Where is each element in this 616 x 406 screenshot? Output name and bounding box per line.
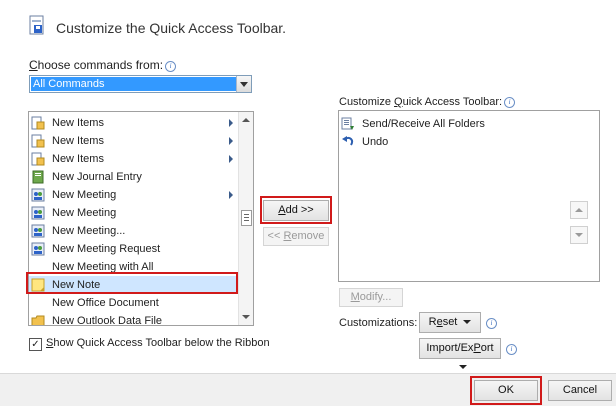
list-item[interactable]: New Meeting...: [29, 222, 237, 240]
list-item[interactable]: Send/Receive All Folders: [339, 115, 595, 133]
move-up-button[interactable]: [570, 201, 588, 219]
choose-commands-dropdown[interactable]: All Commands: [29, 75, 252, 93]
data-file-icon: [31, 315, 45, 325]
dropdown-arrow-icon[interactable]: [236, 76, 251, 92]
list-item-label: New Journal Entry: [52, 171, 142, 183]
list-item-label: New Items: [52, 117, 104, 129]
list-item-label: New Items: [52, 153, 104, 165]
chevron-right-icon: [229, 119, 233, 127]
chevron-down-icon: [463, 320, 472, 324]
highlight-add-button: [260, 196, 332, 224]
info-icon: i: [506, 344, 517, 355]
info-icon: i: [165, 61, 177, 72]
list-item[interactable]: New Meeting Request: [29, 240, 237, 258]
list-item-label: New Meeting Request: [52, 243, 161, 255]
arrow-up-icon: [575, 208, 583, 212]
list-item[interactable]: New Items: [29, 132, 237, 150]
new-items-icon: [31, 116, 45, 130]
list-item-label: New Meeting: [52, 207, 117, 219]
quick-access-toolbar-icon: [29, 15, 44, 35]
info-icon: i: [504, 97, 516, 108]
page-title: Customize the Quick Access Toolbar.: [56, 20, 287, 36]
meeting-icon: [31, 206, 45, 220]
new-items-icon: [31, 152, 45, 166]
chevron-right-icon: [229, 155, 233, 163]
highlight-new-note: [26, 272, 238, 294]
highlight-ok-button: [470, 376, 542, 405]
arrow-down-icon: [575, 233, 583, 237]
list-item-label: New Outlook Data File: [52, 315, 163, 326]
customizations-label: Customizations:: [339, 317, 418, 329]
list-item-label: New Items: [52, 135, 104, 147]
choose-commands-value: All Commands: [31, 77, 237, 91]
list-item[interactable]: New Meeting: [29, 204, 237, 222]
chevron-right-icon: [229, 191, 233, 199]
meeting-icon: [31, 188, 45, 202]
chevron-down-icon: [459, 365, 467, 369]
meeting-icon: [31, 224, 45, 238]
dialog-body: Customize the Quick Access Toolbar. Choo…: [0, 0, 616, 373]
move-down-button[interactable]: [570, 226, 588, 244]
list-item[interactable]: New Journal Entry: [29, 168, 237, 186]
journal-icon: [32, 170, 44, 184]
list-item[interactable]: Undo: [339, 133, 595, 151]
info-icon: i: [486, 318, 497, 329]
customize-toolbar-label: Customize Quick Access Toolbar: i: [339, 96, 516, 108]
chevron-right-icon: [229, 137, 233, 145]
scroll-down-icon[interactable]: [242, 315, 250, 319]
cancel-button[interactable]: Cancel: [548, 380, 612, 401]
choose-commands-label: Choose commands from: i: [29, 58, 177, 72]
list-item-label: New Meeting: [52, 189, 117, 201]
new-items-icon: [31, 134, 45, 148]
meeting-icon: [31, 242, 45, 256]
send-receive-icon: [341, 117, 354, 130]
scroll-thumb[interactable]: [241, 210, 252, 226]
show-below-ribbon-label: Show Quick Access Toolbar below the Ribb…: [46, 337, 270, 349]
undo-icon: [342, 136, 354, 146]
commands-list-scrollbar[interactable]: [238, 112, 253, 325]
scroll-up-icon[interactable]: [242, 118, 250, 122]
dialog-footer: OK Cancel: [0, 373, 616, 406]
list-item[interactable]: New Outlook Data File: [29, 312, 237, 326]
list-item[interactable]: New Office Document: [29, 294, 237, 312]
reset-button[interactable]: Reset: [419, 312, 481, 333]
modify-button[interactable]: Modify...: [339, 288, 403, 307]
show-below-ribbon-checkbox[interactable]: ✓: [29, 338, 42, 351]
toolbar-commands-list[interactable]: Send/Receive All Folders Undo: [338, 110, 600, 282]
import-export-button[interactable]: Import/ExPort: [419, 338, 501, 369]
remove-button[interactable]: << Remove: [263, 227, 329, 246]
list-item[interactable]: New Meeting: [29, 186, 237, 204]
list-item-label: New Office Document: [52, 297, 159, 309]
list-item[interactable]: New Items: [29, 114, 237, 132]
list-item-label: New Meeting...: [52, 225, 126, 237]
list-item[interactable]: New Items: [29, 150, 237, 168]
